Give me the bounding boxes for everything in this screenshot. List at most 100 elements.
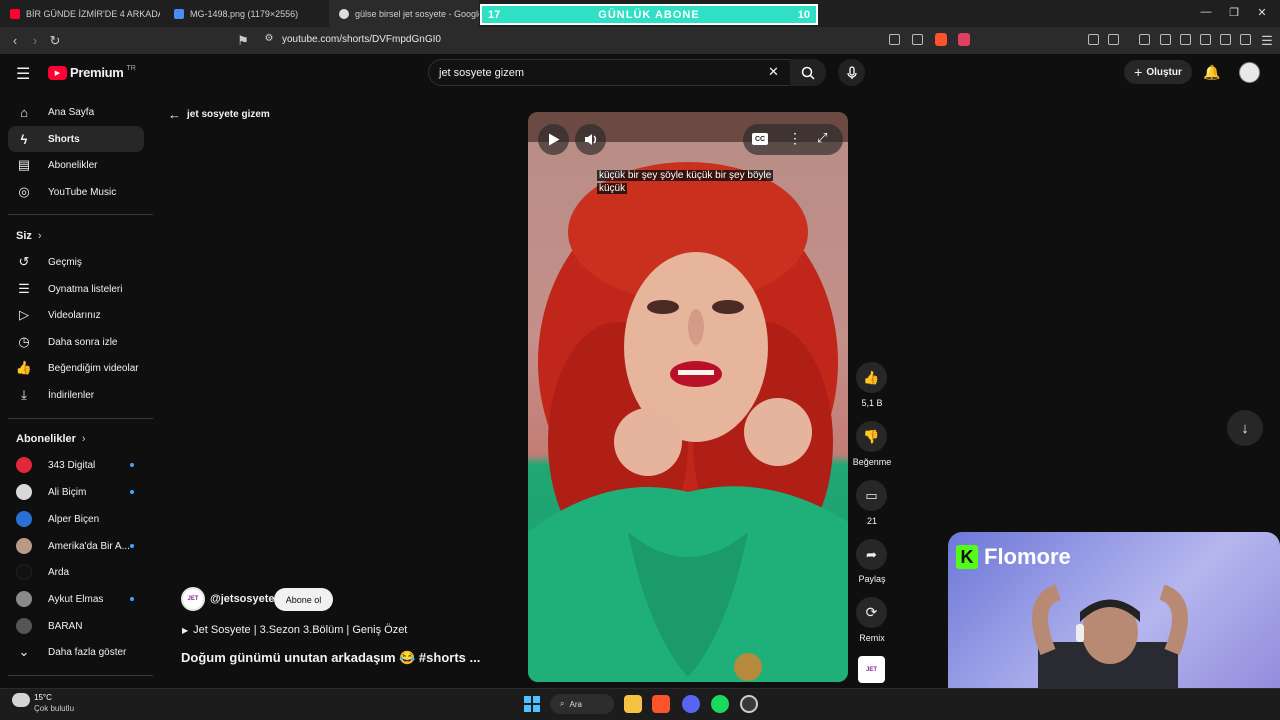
channel-name: Ali Biçim: [48, 486, 87, 498]
remix-button[interactable]: ⟳: [856, 597, 887, 628]
liked-icon: 👍: [15, 360, 33, 375]
subscription-item[interactable]: BARAN: [8, 613, 144, 639]
sidebar-item-downloads[interactable]: ⤓ İndirilenler: [8, 382, 144, 408]
remix-label: Remix: [859, 633, 885, 643]
browser-tab[interactable]: BİR GÜNDE İZMİR'DE 4 ARKADAŞ NE...: [0, 0, 160, 27]
subscription-item[interactable]: Alper Biçen: [8, 506, 144, 532]
sidebar-item-playlists[interactable]: ☰ Oynatma listeleri: [8, 276, 144, 302]
captions-button[interactable]: CC: [752, 133, 768, 145]
subscription-item[interactable]: Arda: [8, 559, 144, 585]
channel-name: Amerika'da Bir A...: [48, 540, 130, 552]
subscription-item[interactable]: Amerika'da Bir A...: [8, 533, 144, 559]
banner-right-count: 10: [797, 8, 810, 21]
sidebar-item-subscriptions[interactable]: ▤ Abonelikler: [8, 152, 144, 178]
fullscreen-icon[interactable]: ⤢: [817, 130, 827, 146]
media-icon[interactable]: [1160, 34, 1171, 45]
voice-search-button[interactable]: [838, 59, 865, 86]
sidebar-item-liked-videos[interactable]: 👍 Beğendiğim videolar: [8, 355, 144, 381]
search-button[interactable]: [790, 59, 826, 86]
taskbar-search[interactable]: ⌕ Ara: [550, 694, 614, 714]
watch-later-icon: ◷: [18, 334, 30, 349]
bookmark-icon[interactable]: ⚑: [236, 33, 250, 49]
windows-start-icon[interactable]: [524, 696, 540, 712]
sidebar-item-your-videos[interactable]: ▷ Videolarınız: [8, 302, 144, 328]
search-input[interactable]: jet sosyete gizem: [428, 59, 826, 86]
restore-button[interactable]: ❐: [1227, 6, 1241, 19]
brave-shield-icon[interactable]: [935, 33, 947, 46]
next-short-button[interactable]: ↓: [1227, 410, 1263, 446]
playlist-link[interactable]: ▶ Jet Sosyete | 3.Sezon 3.Bölüm | Geniş …: [182, 624, 407, 636]
reload-icon[interactable]: ↻: [48, 33, 62, 49]
leo-icon[interactable]: [1220, 34, 1231, 45]
forward-nav-icon[interactable]: ›: [28, 33, 42, 48]
discord-icon[interactable]: [682, 695, 700, 713]
subscription-item[interactable]: Ali Biçim: [8, 479, 144, 505]
file-explorer-icon[interactable]: [624, 695, 642, 713]
video-frame: [528, 112, 848, 682]
caption-line: küçük: [597, 183, 628, 194]
create-button[interactable]: + Oluştur: [1124, 60, 1192, 84]
sidebar-you-header[interactable]: Siz ›: [16, 230, 42, 242]
spotify-icon[interactable]: [711, 695, 729, 713]
sidebar-item-home[interactable]: ⌂ Ana Sayfa: [8, 99, 144, 125]
sidebar-toggle-icon[interactable]: [1180, 34, 1191, 45]
sidebar-subscriptions-header[interactable]: Abonelikler ›: [16, 433, 86, 445]
sound-thumbnail[interactable]: JET: [858, 656, 885, 683]
account-avatar[interactable]: [1239, 62, 1260, 83]
weather-temp[interactable]: 15°C: [34, 693, 52, 702]
minimize-button[interactable]: —: [1199, 6, 1213, 18]
notifications-bell-icon[interactable]: 🔔: [1203, 64, 1220, 81]
comments-button[interactable]: ▭: [856, 480, 887, 511]
extensions-icon[interactable]: [1088, 34, 1099, 45]
subscription-item[interactable]: 343 Digital: [8, 452, 144, 478]
brand-name: Flomore: [984, 544, 1071, 569]
channel-name: BARAN: [48, 620, 83, 632]
weather-cloud-icon: [12, 693, 30, 707]
downloads-bar-icon[interactable]: [1139, 34, 1150, 45]
dislike-button[interactable]: 👎: [856, 421, 887, 452]
vpn-icon[interactable]: [1240, 34, 1251, 45]
sidebar-item-watch-later[interactable]: ◷ Daha sonra izle: [8, 329, 144, 355]
url-field[interactable]: youtube.com/shorts/DVFmpdGnGI0: [282, 34, 441, 45]
create-label: Oluştur: [1146, 66, 1182, 78]
guide-menu-icon[interactable]: ☰: [16, 64, 30, 84]
cast-icon[interactable]: [889, 34, 900, 45]
subscription-item[interactable]: Aykut Elmas: [8, 586, 144, 612]
site-settings-icon[interactable]: ⚙: [262, 33, 276, 44]
close-window-button[interactable]: ✕: [1255, 6, 1269, 19]
channel-name: Alper Biçen: [48, 513, 100, 525]
sidebar-item-label: İndirilenler: [48, 389, 95, 401]
clear-search-icon[interactable]: ✕: [768, 64, 779, 80]
back-to-search-link[interactable]: ← jet sosyete gizem: [168, 107, 270, 122]
show-more-button[interactable]: ⌄ Daha fazla göster: [8, 639, 144, 665]
more-options-icon[interactable]: ⋮: [788, 130, 802, 147]
shorts-icon: ϟ: [20, 131, 28, 147]
play-button[interactable]: [538, 124, 569, 155]
channel-handle[interactable]: @jetsosyete: [210, 593, 275, 605]
browser-menu-icon[interactable]: ☰: [1260, 33, 1274, 49]
short-video-player[interactable]: CC ⋮ ⤢: [528, 112, 848, 682]
browser-tab[interactable]: MG-1498.png (1179×2556): [164, 0, 329, 27]
kick-logo-icon: K: [956, 545, 978, 569]
comment-count: 21: [866, 516, 877, 526]
channel-avatar[interactable]: JET: [181, 587, 205, 611]
section-title: Siz: [16, 230, 32, 242]
mute-button[interactable]: [575, 124, 606, 155]
short-title[interactable]: Doğum günümü unutan arkadaşım 😂 #shorts …: [181, 650, 481, 666]
wallet-icon[interactable]: [1200, 34, 1211, 45]
sidebar-item-shorts[interactable]: ϟ Shorts: [8, 126, 144, 152]
share-button[interactable]: ➦: [856, 539, 887, 570]
back-nav-icon[interactable]: ‹: [8, 33, 22, 48]
brave-browser-icon[interactable]: [652, 695, 670, 713]
share-page-icon[interactable]: [912, 34, 923, 45]
caption-line: küçük bir şey şöyle küçük bir şey böyle: [597, 170, 774, 181]
like-button[interactable]: 👍: [856, 362, 887, 393]
youtube-logo[interactable]: ▶ Premium TR: [48, 65, 136, 80]
subscribe-button[interactable]: Abone ol: [274, 588, 333, 611]
screenshot-icon[interactable]: [1108, 34, 1119, 45]
sidebar-item-history[interactable]: ↺ Geçmiş: [8, 249, 144, 275]
browser-tab-active[interactable]: gülse birsel jet sosyete - Google'da...: [329, 0, 479, 27]
brave-rewards-icon[interactable]: [958, 33, 970, 46]
sidebar-item-youtube-music[interactable]: ◎ YouTube Music: [8, 179, 144, 205]
obs-icon[interactable]: [740, 695, 758, 713]
